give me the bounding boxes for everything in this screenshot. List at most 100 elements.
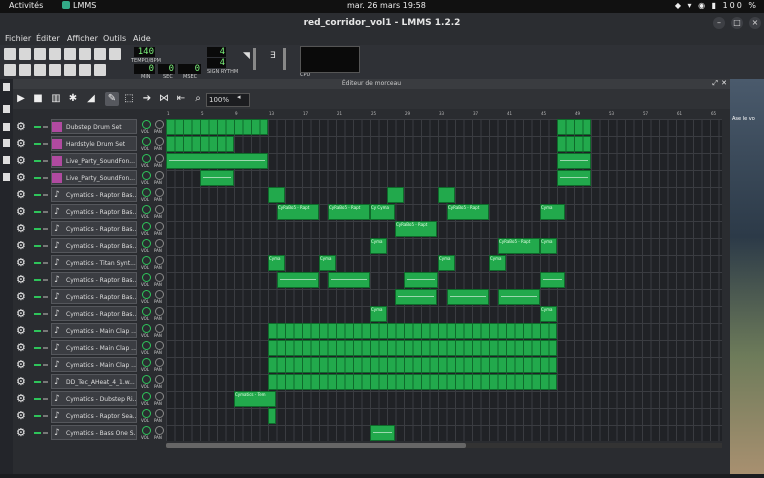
track-name[interactable]: Cymatics - Raptor Bas...	[51, 221, 137, 236]
time-sig-numerator[interactable]: 4	[207, 47, 226, 57]
volume-knob[interactable]	[142, 205, 151, 214]
pattern-clip[interactable]	[557, 170, 591, 186]
pan-knob[interactable]	[155, 392, 164, 401]
mute-toggle[interactable]	[34, 381, 41, 383]
pattern-clip[interactable]	[557, 153, 591, 169]
mute-toggle[interactable]	[34, 228, 41, 230]
track-name[interactable]: Cymatics - Raptor Sea...	[51, 408, 137, 423]
close-icon[interactable]: ×	[749, 17, 761, 29]
track-name[interactable]: DD_Tec_AHeat_4_1.w...	[51, 374, 137, 389]
track-settings-gear-icon[interactable]: ⚙	[16, 223, 26, 235]
pan-knob[interactable]	[155, 290, 164, 299]
solo-toggle[interactable]	[43, 313, 48, 315]
pattern-clip[interactable]	[268, 323, 557, 339]
solo-toggle[interactable]	[43, 194, 48, 196]
presets-icon[interactable]	[3, 139, 10, 147]
menu-view[interactable]: Afficher	[67, 34, 98, 43]
maximize-subwindow-icon[interactable]: ⤢	[712, 79, 718, 88]
menu-file[interactable]: Fichier	[5, 34, 31, 43]
volume-knob[interactable]	[142, 137, 151, 146]
home-icon[interactable]	[3, 156, 10, 164]
volume-knob[interactable]	[142, 358, 151, 367]
pan-knob[interactable]	[155, 409, 164, 418]
song-editor-icon[interactable]	[4, 64, 16, 76]
volume-knob[interactable]	[142, 392, 151, 401]
pattern-clip[interactable]: Cy Cyma	[370, 204, 395, 220]
track-settings-gear-icon[interactable]: ⚙	[16, 121, 26, 133]
track-name[interactable]: Cymatics - Raptor Bas...	[51, 238, 137, 253]
pattern-clip[interactable]: CyRaBo5 - Rapt	[498, 238, 540, 254]
track-name[interactable]: Cymatics - Titan Synt...	[51, 255, 137, 270]
pattern-clip[interactable]: Cyma	[540, 306, 557, 322]
pattern-clip[interactable]: Cyma	[438, 255, 455, 271]
solo-toggle[interactable]	[43, 160, 48, 162]
pattern-clip[interactable]	[447, 289, 489, 305]
pan-knob[interactable]	[155, 171, 164, 180]
track-settings-gear-icon[interactable]: ⚙	[16, 138, 26, 150]
pan-knob[interactable]	[155, 205, 164, 214]
pattern-clip[interactable]	[404, 272, 438, 288]
new-from-template-icon[interactable]	[19, 48, 31, 60]
pan-knob[interactable]	[155, 273, 164, 282]
track-settings-gear-icon[interactable]: ⚙	[16, 427, 26, 439]
chevron-down-icon[interactable]: ◂	[237, 93, 241, 101]
solo-toggle[interactable]	[43, 177, 48, 179]
project-notes-icon[interactable]	[79, 64, 91, 76]
pattern-clip[interactable]	[277, 272, 319, 288]
solo-toggle[interactable]	[43, 211, 48, 213]
pan-knob[interactable]	[155, 239, 164, 248]
fx-mixer-icon[interactable]	[64, 64, 76, 76]
play-icon[interactable]: ▶	[14, 92, 28, 106]
volume-knob[interactable]	[142, 409, 151, 418]
pan-knob[interactable]	[155, 375, 164, 384]
track-settings-gear-icon[interactable]: ⚙	[16, 376, 26, 388]
track-settings-gear-icon[interactable]: ⚙	[16, 189, 26, 201]
pan-knob[interactable]	[155, 256, 164, 265]
mute-toggle[interactable]	[34, 160, 41, 162]
volume-knob[interactable]	[142, 426, 151, 435]
track-settings-gear-icon[interactable]: ⚙	[16, 410, 26, 422]
pan-knob[interactable]	[155, 188, 164, 197]
pattern-clip[interactable]	[370, 425, 395, 441]
mute-toggle[interactable]	[34, 177, 41, 179]
volume-knob[interactable]	[142, 273, 151, 282]
minimize-icon[interactable]: –	[713, 17, 725, 29]
mute-toggle[interactable]	[34, 347, 41, 349]
time-sig-denominator[interactable]: 4	[207, 58, 226, 68]
pattern-clip[interactable]	[540, 272, 565, 288]
active-app-menu[interactable]: LMMS	[62, 1, 96, 10]
save-project-icon[interactable]	[64, 48, 76, 60]
pattern-clip[interactable]	[387, 187, 404, 203]
pan-knob[interactable]	[155, 120, 164, 129]
track-name[interactable]: Cymatics - Main Clap ...	[51, 340, 137, 355]
mute-toggle[interactable]	[34, 364, 41, 366]
close-subwindow-icon[interactable]: ✕	[721, 79, 727, 87]
export-tracks-icon[interactable]	[94, 48, 106, 60]
draw-mode-icon[interactable]: ✎	[105, 92, 119, 106]
pan-knob[interactable]	[155, 341, 164, 350]
mute-toggle[interactable]	[34, 432, 41, 434]
volume-knob[interactable]	[142, 239, 151, 248]
track-name[interactable]: Cymatics - Dubstep Ri...	[51, 391, 137, 406]
track-settings-gear-icon[interactable]: ⚙	[16, 206, 26, 218]
track-name[interactable]: Cymatics - Main Clap ...	[51, 323, 137, 338]
activities-button[interactable]: Activités	[9, 1, 43, 10]
solo-toggle[interactable]	[43, 330, 48, 332]
mute-toggle[interactable]	[34, 279, 41, 281]
auto-scroll-icon[interactable]: ➔	[140, 92, 154, 106]
solo-toggle[interactable]	[43, 381, 48, 383]
solo-toggle[interactable]	[43, 347, 48, 349]
pan-knob[interactable]	[155, 324, 164, 333]
master-pitch-slider[interactable]	[283, 48, 286, 70]
pattern-clip[interactable]: CyRaBo5 - Rapt	[328, 204, 370, 220]
solo-toggle[interactable]	[43, 143, 48, 145]
track-settings-gear-icon[interactable]: ⚙	[16, 393, 26, 405]
pattern-clip[interactable]	[268, 408, 276, 424]
track-settings-gear-icon[interactable]: ⚙	[16, 274, 26, 286]
track-settings-gear-icon[interactable]: ⚙	[16, 359, 26, 371]
add-bb-track-icon[interactable]: ✱	[66, 92, 80, 106]
track-settings-gear-icon[interactable]: ⚙	[16, 155, 26, 167]
maximize-icon[interactable]: □	[731, 17, 743, 29]
solo-toggle[interactable]	[43, 415, 48, 417]
pattern-clip[interactable]: Cymatics - Tem	[234, 391, 276, 407]
